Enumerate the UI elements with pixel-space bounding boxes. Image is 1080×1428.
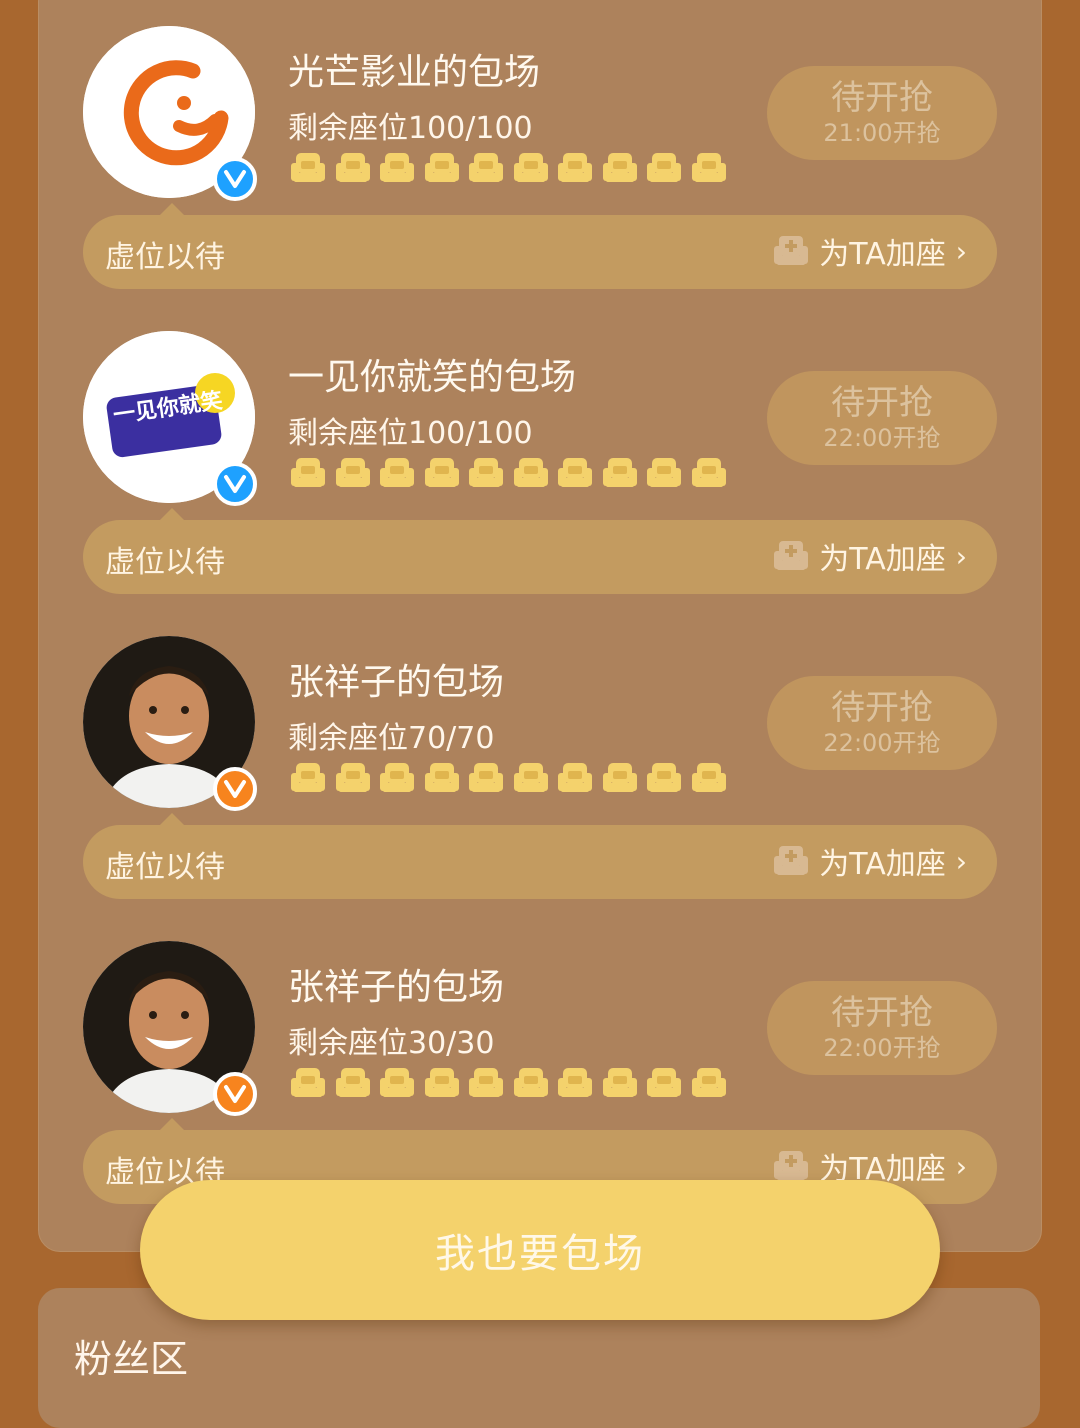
fan-section-title: 粉丝区 (74, 1337, 189, 1381)
grab-button-label: 待开抢 (831, 993, 933, 1033)
add-seat-bar[interactable]: 虚位以待 为TA加座 › (83, 825, 997, 899)
waiting-label: 虚位以待 (105, 850, 225, 885)
create-session-button[interactable]: 我也要包场 (140, 1180, 940, 1320)
waiting-label: 虚位以待 (105, 240, 225, 275)
seat-icon (424, 1068, 459, 1097)
seat-icon (291, 153, 325, 182)
session-title: 一见你就笑的包场 (288, 357, 577, 398)
seat-icon (469, 1068, 503, 1097)
add-seat-icon (774, 541, 809, 570)
seat-icon (469, 763, 503, 792)
seat-icon (380, 763, 414, 792)
verified-icon (213, 462, 257, 506)
seat-icon (335, 153, 370, 182)
grab-button-label: 待开抢 (831, 688, 933, 728)
seat-icon (558, 153, 592, 182)
seat-icon (424, 153, 459, 182)
seat-icon (602, 1068, 637, 1097)
seat-icon (691, 763, 726, 792)
seat-icon (558, 1068, 592, 1097)
seat-icon (513, 763, 548, 792)
chevron-right-icon: › (955, 539, 967, 573)
seat-icon (291, 763, 325, 792)
bar-pointer (160, 1118, 184, 1130)
add-seat-label: 为TA加座 (819, 847, 946, 882)
chevron-right-icon: › (955, 844, 967, 878)
add-seat-label: 为TA加座 (819, 237, 946, 272)
seat-icon (424, 458, 459, 487)
seat-icon (647, 763, 681, 792)
remaining-seats: 剩余座位100/100 (288, 416, 533, 451)
session-card: 张祥子的包场剩余座位70/70 待开抢 22:00开抢虚位以待 为TA加座 › (0, 609, 1080, 914)
seat-icon (558, 763, 592, 792)
seat-icon (602, 763, 637, 792)
grab-button-label: 待开抢 (831, 78, 933, 118)
session-title: 张祥子的包场 (288, 662, 505, 703)
seat-icon (691, 458, 726, 487)
verified-icon (213, 1072, 257, 1116)
seat-icon (335, 763, 370, 792)
waiting-label: 虚位以待 (105, 545, 225, 580)
seat-row (290, 761, 727, 795)
bar-pointer (160, 813, 184, 825)
seat-icon (380, 458, 414, 487)
seat-icon (647, 153, 681, 182)
grab-time-label: 22:00开抢 (823, 1034, 941, 1062)
seat-row (290, 151, 727, 185)
session-title: 光芒影业的包场 (288, 52, 541, 93)
verified-icon (213, 767, 257, 811)
seat-icon (513, 458, 548, 487)
add-seat-link[interactable]: 为TA加座 › (773, 229, 967, 273)
bar-pointer (160, 203, 184, 215)
seat-icon (602, 153, 637, 182)
grab-button[interactable]: 待开抢 22:00开抢 (767, 981, 997, 1075)
seat-icon (602, 458, 637, 487)
grab-time-label: 21:00开抢 (823, 119, 941, 147)
seat-icon (513, 153, 548, 182)
seat-row (290, 456, 727, 490)
add-seat-bar[interactable]: 虚位以待 为TA加座 › (83, 520, 997, 594)
seat-icon (558, 458, 592, 487)
add-seat-bar[interactable]: 虚位以待 为TA加座 › (83, 215, 997, 289)
add-seat-icon (774, 846, 809, 875)
session-card: 光芒影业的包场剩余座位100/100 待开抢 21:00开抢虚位以待 为TA加座 › (0, 0, 1080, 304)
session-card: 张祥子的包场 剩余座位30/30 待开抢 22:00开抢 虚位以待 为TA加座 › (0, 914, 1080, 1219)
seat-icon (691, 1068, 726, 1097)
seat-icon (291, 458, 325, 487)
add-seat-icon (774, 1151, 809, 1180)
seat-icon (424, 763, 459, 792)
remaining-seats: 剩余座位70/70 (288, 721, 495, 756)
verified-icon (213, 157, 257, 201)
add-seat-link[interactable]: 为TA加座 › (773, 839, 967, 883)
remaining-seats: 剩余座位30/30 (288, 1026, 495, 1061)
grab-time-label: 22:00开抢 (823, 729, 941, 757)
grab-button-label: 待开抢 (831, 383, 933, 423)
grab-button[interactable]: 待开抢 22:00开抢 (767, 676, 997, 770)
bar-pointer (160, 508, 184, 520)
grab-button[interactable]: 待开抢 21:00开抢 (767, 66, 997, 160)
seat-icon (469, 458, 503, 487)
session-card: 一见你就笑 一见你就笑的包场 剩余座位100/100 待开抢 22:00开抢 虚位以待 为T… (0, 304, 1080, 609)
seat-icon (380, 1068, 414, 1097)
seat-icon (335, 458, 370, 487)
grab-button[interactable]: 待开抢 22:00开抢 (767, 371, 997, 465)
create-session-label: 我也要包场 (435, 1231, 645, 1277)
add-seat-link[interactable]: 为TA加座 › (773, 534, 967, 578)
remaining-seats: 剩余座位100/100 (288, 111, 533, 146)
grab-time-label: 22:00开抢 (823, 424, 941, 452)
chevron-right-icon: › (955, 1149, 967, 1183)
seat-icon (335, 1068, 370, 1097)
seat-icon (691, 153, 726, 182)
add-seat-label: 为TA加座 (819, 542, 946, 577)
seat-icon (291, 1068, 325, 1097)
chevron-right-icon: › (955, 234, 967, 268)
seat-icon (380, 153, 414, 182)
seat-icon (647, 458, 681, 487)
seat-icon (647, 1068, 681, 1097)
seat-row (290, 1066, 727, 1100)
seat-icon (513, 1068, 548, 1097)
seat-icon (469, 153, 503, 182)
session-title: 张祥子的包场 (288, 967, 505, 1008)
add-seat-icon (774, 236, 809, 265)
